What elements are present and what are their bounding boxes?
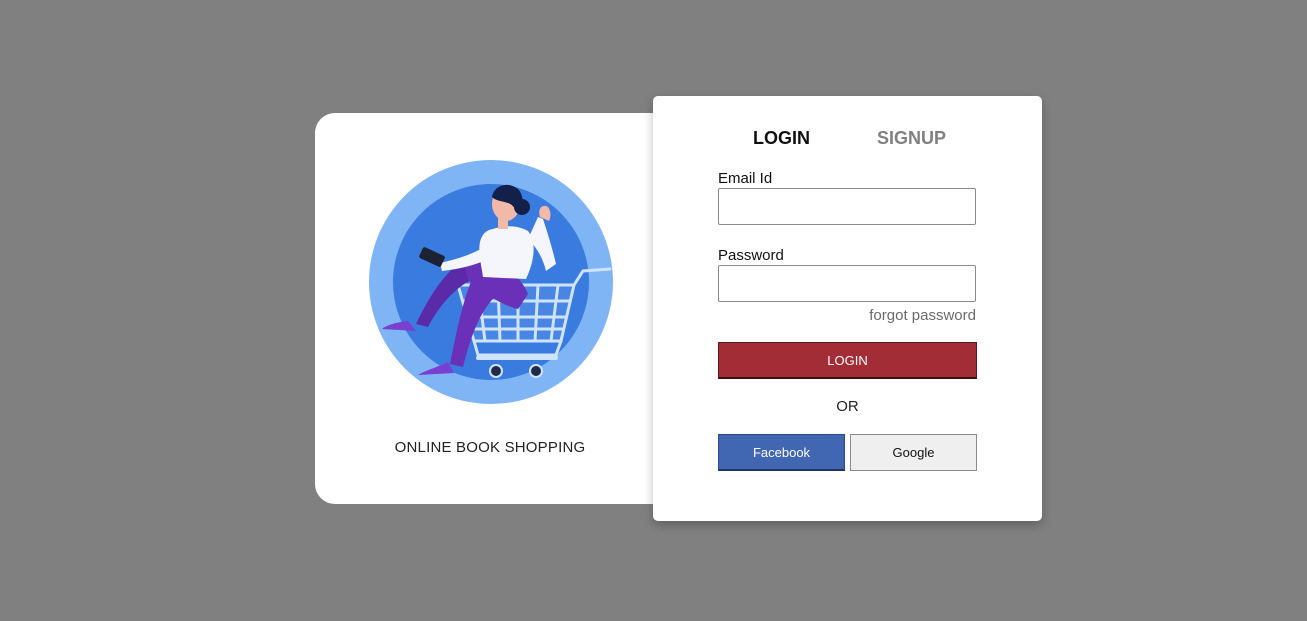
facebook-login-button[interactable]: Facebook: [718, 434, 845, 471]
or-divider-text: OR: [836, 398, 859, 415]
login-button[interactable]: LOGIN: [718, 342, 977, 379]
shopping-cart-illustration: [369, 160, 613, 404]
brand-caption: ONLINE BOOK SHOPPING: [394, 439, 586, 456]
email-field[interactable]: [718, 188, 976, 225]
forgot-password-link[interactable]: forgot password: [869, 307, 976, 324]
email-label: Email Id: [718, 170, 773, 187]
google-login-button[interactable]: Google: [850, 434, 977, 471]
password-label: Password: [718, 247, 784, 264]
auth-card: LOGIN SIGNUP Email Id Password forgot pa…: [653, 96, 1042, 521]
page: ONLINE BOOK SHOPPING LOGIN SIGNUP Email …: [0, 0, 1307, 621]
tab-signup[interactable]: SIGNUP: [877, 128, 946, 149]
password-field[interactable]: [718, 265, 976, 302]
tab-login[interactable]: LOGIN: [753, 128, 810, 149]
brand-card: ONLINE BOOK SHOPPING: [315, 113, 695, 504]
